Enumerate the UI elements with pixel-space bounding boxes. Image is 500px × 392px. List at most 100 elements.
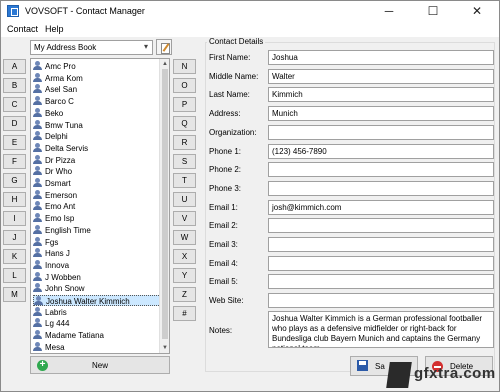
field-input[interactable] (268, 274, 494, 290)
person-icon (33, 107, 42, 117)
contact-name: Joshua Walter Kimmich (46, 297, 130, 306)
title-bar[interactable]: VOVSOFT - Contact Manager ─ ☐ ✕ (1, 1, 499, 21)
contact-list-item[interactable]: Delphi (33, 131, 161, 142)
notes-field[interactable]: Joshua Walter Kimmich is a German profes… (268, 311, 494, 348)
contact-list-item[interactable]: Emo Ant (33, 201, 161, 212)
contact-name: Madame Tatiana (45, 331, 104, 341)
close-button[interactable]: ✕ (455, 1, 499, 21)
contact-list-item[interactable]: Emo Isp (33, 213, 161, 224)
letter-button-w[interactable]: W (173, 230, 196, 245)
contact-list-item[interactable]: John Snow (33, 283, 161, 294)
save-button-label: Sa (375, 362, 385, 371)
letter-button-p[interactable]: P (173, 97, 196, 112)
field-input[interactable] (268, 255, 494, 271)
field-input[interactable] (268, 162, 494, 178)
contact-list-item[interactable]: Bmw Tuna (33, 119, 161, 131)
edit-address-book-button[interactable] (156, 39, 172, 55)
field-input[interactable] (268, 293, 494, 309)
letter-button-n[interactable]: N (173, 59, 196, 74)
list-scrollbar[interactable]: ▲ ▼ (159, 59, 169, 353)
contact-list-item[interactable]: Innova (33, 259, 161, 271)
save-icon (357, 360, 368, 371)
menu-contact[interactable]: Contact (7, 24, 38, 34)
field-input[interactable]: Kimmich (268, 87, 494, 103)
letter-button-u[interactable]: U (173, 192, 196, 207)
letter-button-v[interactable]: V (173, 211, 196, 226)
letter-button-m[interactable]: M (3, 287, 26, 302)
field-input[interactable]: Joshua (268, 50, 494, 65)
address-book-select[interactable]: My Address Book ▾ (30, 40, 153, 55)
field-input[interactable] (268, 124, 494, 140)
letter-button-l[interactable]: L (3, 268, 26, 283)
menu-bar: Contact Help (1, 21, 499, 37)
letter-button-z[interactable]: Z (173, 287, 196, 302)
contact-name: Emerson (45, 190, 78, 200)
letter-button-f[interactable]: F (3, 154, 26, 169)
contact-list-item[interactable]: Fgs (33, 236, 161, 248)
letter-button-y[interactable]: Y (173, 268, 196, 283)
contact-list-item[interactable]: Emerson (33, 189, 161, 201)
letter-button-s[interactable]: S (173, 154, 196, 169)
contact-list-item[interactable]: Barco C (33, 96, 161, 107)
person-icon (33, 248, 42, 258)
letter-button-i[interactable]: I (3, 211, 26, 226)
contact-list-item[interactable]: Joshua Walter Kimmich (33, 295, 161, 306)
contact-name: English Time (45, 225, 91, 235)
letter-button-j[interactable]: J (3, 230, 26, 245)
letter-button-e[interactable]: E (3, 135, 26, 150)
contact-list-item[interactable]: Lg 444 (33, 318, 161, 329)
letter-button-c[interactable]: C (3, 97, 26, 112)
contact-list-item[interactable]: Dr Pizza (33, 154, 161, 166)
person-icon (33, 236, 42, 246)
contact-name: Fgs (45, 237, 59, 247)
contact-list-item[interactable]: Arma Kom (33, 72, 161, 84)
person-icon (33, 72, 42, 82)
scroll-up-arrow-icon[interactable]: ▲ (160, 59, 169, 69)
field-label: Phone 1: (209, 146, 242, 156)
field-input[interactable] (268, 237, 494, 252)
field-input[interactable]: Munich (268, 106, 494, 122)
letter-button-t[interactable]: T (173, 173, 196, 188)
letter-button-q[interactable]: Q (173, 116, 196, 131)
letter-button-k[interactable]: K (3, 249, 26, 264)
menu-help[interactable]: Help (45, 24, 64, 34)
letter-button-o[interactable]: O (173, 78, 196, 93)
contact-list-item[interactable]: English Time (33, 224, 161, 236)
letter-button-h[interactable]: H (3, 192, 26, 207)
letter-button-g[interactable]: G (3, 173, 26, 188)
scroll-down-arrow-icon[interactable]: ▼ (160, 343, 169, 353)
person-icon (33, 61, 42, 70)
contact-list-item[interactable]: Amc Pro (33, 61, 161, 72)
letter-button-x[interactable]: X (173, 249, 196, 264)
field-input[interactable]: (123) 456-7890 (268, 143, 494, 159)
minimize-button[interactable]: ─ (367, 1, 411, 21)
chevron-down-icon: ▾ (143, 42, 148, 51)
contact-list-item[interactable]: Dsmart (33, 178, 161, 189)
letter-button-d[interactable]: D (3, 116, 26, 131)
field-input[interactable] (268, 180, 494, 196)
letter-button-a[interactable]: A (3, 59, 26, 74)
letter-button-b[interactable]: B (3, 78, 26, 93)
field-input[interactable]: Walter (268, 68, 494, 84)
contact-name: Mesa (45, 342, 65, 352)
contact-list-item[interactable]: Dr Who (33, 166, 161, 177)
letter-button-r[interactable]: R (173, 135, 196, 150)
contact-list-item[interactable]: J Wobben (33, 271, 161, 283)
field-label: Web Site: (209, 296, 244, 306)
new-button-label: New (91, 361, 108, 370)
field-input[interactable]: josh@kimmich.com (268, 199, 494, 215)
contact-list-item[interactable]: Hans J (33, 248, 161, 259)
field-input[interactable] (268, 218, 494, 234)
new-contact-button[interactable]: + New (30, 356, 170, 374)
contact-list-item[interactable]: Asel San (33, 84, 161, 95)
person-icon (33, 213, 42, 223)
contact-list[interactable]: Amc Pro Arma Kom Asel San Barco C Beko Bmw Tu… (30, 58, 170, 354)
scroll-thumb[interactable] (162, 69, 168, 339)
contact-list-item[interactable]: Delta Servis (33, 142, 161, 154)
contact-list-item[interactable]: Mesa (33, 341, 161, 353)
contact-list-item[interactable]: Madame Tatiana (33, 330, 161, 341)
letter-button-hash[interactable]: # (173, 306, 196, 321)
maximize-button[interactable]: ☐ (411, 1, 455, 21)
contact-list-item[interactable]: Labris (33, 306, 161, 318)
contact-list-item[interactable]: Beko (33, 107, 161, 119)
